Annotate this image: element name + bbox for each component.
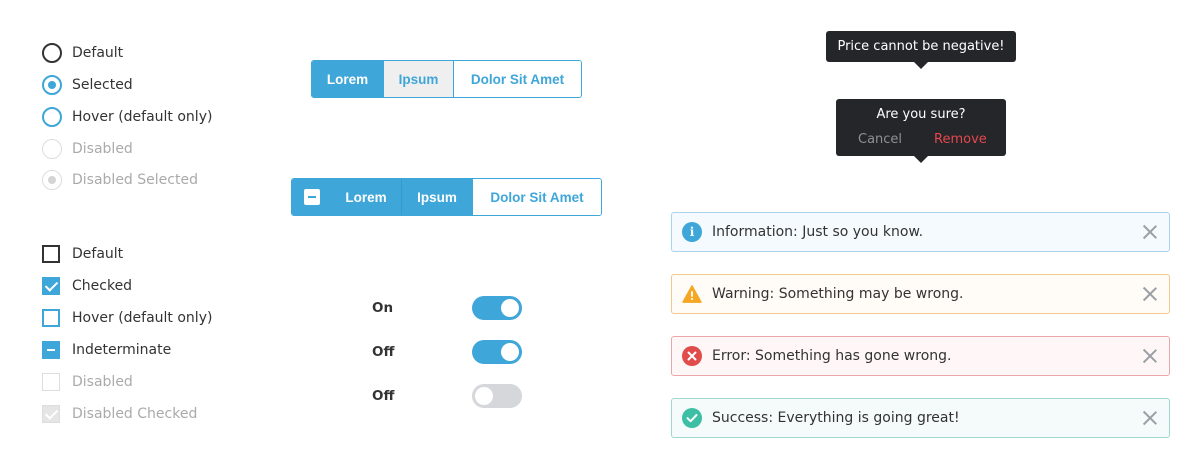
toggle-label-2: Off	[372, 344, 395, 360]
minus-icon	[303, 189, 320, 205]
checkbox-default-label: Default	[72, 246, 124, 262]
check-circle-icon	[682, 408, 702, 428]
close-icon[interactable]	[1143, 225, 1157, 239]
radio-disabled-circle	[42, 139, 62, 159]
radio-disabled-selected-circle	[42, 170, 62, 190]
radio-default-label: Default	[72, 45, 124, 61]
checkbox-indeterminate-box[interactable]	[42, 341, 60, 359]
radio-selected[interactable]: Selected	[42, 74, 133, 96]
checkbox-checked-box[interactable]	[42, 277, 60, 295]
warning-icon	[682, 284, 702, 304]
radio-hover-label: Hover (default only)	[72, 109, 213, 125]
toggle-label-1: On	[372, 300, 394, 316]
toggle-label-3: Off	[372, 388, 395, 404]
checkbox-disabled: Disabled	[42, 371, 133, 393]
remove-button[interactable]: Remove	[934, 132, 987, 147]
checkbox-hover[interactable]: Hover (default only)	[42, 307, 212, 329]
group-select-toggle[interactable]	[292, 179, 331, 215]
checkbox-disabled-label: Disabled	[72, 374, 133, 390]
radio-selected-label: Selected	[72, 77, 133, 93]
radio-selected-circle[interactable]	[42, 75, 62, 95]
alert-info: i Information: Just so you know.	[671, 212, 1170, 252]
button-group-with-indeterminate: Lorem Ipsum Dolor Sit Amet	[291, 178, 602, 216]
cancel-button[interactable]: Cancel	[858, 132, 902, 147]
segment-lorem-2[interactable]: Lorem	[331, 179, 401, 215]
checkbox-checked-label: Checked	[72, 278, 133, 294]
close-icon[interactable]	[1143, 411, 1157, 425]
checkbox-disabled-box	[42, 373, 60, 391]
segment-ipsum-2[interactable]: Ipsum	[401, 179, 472, 215]
toggle-switch-3[interactable]	[472, 384, 522, 408]
confirm-question: Are you sure?	[876, 107, 966, 122]
radio-hover-circle[interactable]	[42, 107, 62, 127]
toggle-knob	[501, 299, 519, 317]
button-group-primary: Lorem Ipsum Dolor Sit Amet	[311, 60, 582, 98]
alert-error: Error: Something has gone wrong.	[671, 336, 1170, 376]
alert-warning: Warning: Something may be wrong.	[671, 274, 1170, 314]
error-tooltip-text: Price cannot be negative!	[837, 39, 1005, 54]
segment-ipsum[interactable]: Ipsum	[383, 61, 453, 97]
confirm-popover: Are you sure? Cancel Remove	[836, 99, 1006, 163]
error-icon	[682, 346, 702, 366]
toggle-knob	[501, 343, 519, 361]
checkbox-checked[interactable]: Checked	[42, 275, 132, 297]
radio-disabled-selected: Disabled Selected	[42, 169, 198, 191]
checkbox-disabled-checked-label: Disabled Checked	[72, 406, 198, 422]
segment-lorem[interactable]: Lorem	[312, 61, 383, 97]
checkbox-disabled-checked-box	[42, 405, 60, 423]
checkbox-disabled-checked: Disabled Checked	[42, 403, 197, 425]
alert-info-text: Information: Just so you know.	[712, 224, 924, 240]
alert-success: Success: Everything is going great!	[671, 398, 1170, 438]
error-tooltip: Price cannot be negative!	[826, 31, 1016, 69]
segment-dolor-sit-amet[interactable]: Dolor Sit Amet	[453, 61, 581, 97]
info-icon: i	[682, 222, 702, 242]
radio-disabled-selected-label: Disabled Selected	[72, 172, 198, 188]
checkbox-indeterminate-label: Indeterminate	[72, 342, 172, 358]
checkbox-indeterminate[interactable]: Indeterminate	[42, 339, 171, 361]
toggle-switch-2[interactable]	[472, 340, 522, 364]
alert-error-text: Error: Something has gone wrong.	[712, 348, 952, 364]
radio-hover[interactable]: Hover (default only)	[42, 106, 212, 128]
checkbox-default-box[interactable]	[42, 245, 60, 263]
close-icon[interactable]	[1143, 287, 1157, 301]
toggle-switch-1[interactable]	[472, 296, 522, 320]
toggle-knob	[475, 387, 493, 405]
alert-warning-text: Warning: Something may be wrong.	[712, 286, 964, 302]
radio-disabled: Disabled	[42, 138, 133, 160]
checkbox-hover-box[interactable]	[42, 309, 60, 327]
close-icon[interactable]	[1143, 349, 1157, 363]
checkbox-default[interactable]: Default	[42, 243, 123, 265]
radio-default[interactable]: Default	[42, 42, 123, 64]
alert-success-text: Success: Everything is going great!	[712, 410, 960, 426]
checkbox-hover-label: Hover (default only)	[72, 310, 213, 326]
radio-default-circle[interactable]	[42, 43, 62, 63]
radio-disabled-label: Disabled	[72, 141, 133, 157]
segment-dolor-sit-amet-2[interactable]: Dolor Sit Amet	[472, 179, 601, 215]
